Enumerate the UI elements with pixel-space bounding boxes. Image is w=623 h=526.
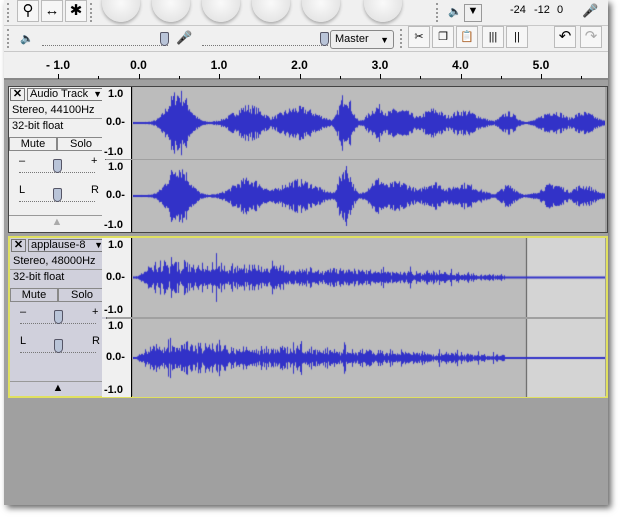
meter-label: 0: [557, 4, 564, 16]
waveform-channel[interactable]: [133, 238, 605, 317]
solo-button[interactable]: Solo: [58, 288, 106, 302]
speaker-icon: 🔈: [20, 33, 34, 45]
grip: [436, 3, 442, 22]
microphone-icon: 🎤: [176, 30, 193, 45]
input-source-select[interactable]: Master ▼: [330, 30, 394, 49]
ruler-label: 1.0: [210, 58, 228, 72]
solo-button[interactable]: Solo: [57, 137, 105, 151]
track-bits: 32-bit float: [12, 120, 64, 132]
waveform-channel[interactable]: [133, 87, 605, 159]
waveform-channel[interactable]: [133, 160, 605, 232]
zoom-tool-button[interactable]: ⚲: [17, 0, 39, 22]
track-name: applause-8: [31, 239, 86, 251]
playback-volume-slider[interactable]: [42, 32, 169, 46]
track-format: Stereo, 44100Hz: [9, 103, 105, 119]
grip: [7, 29, 13, 48]
playback-meter-dropdown[interactable]: ▼: [464, 4, 482, 22]
skip-start-button[interactable]: [252, 0, 290, 22]
record-volume-slider[interactable]: [202, 32, 329, 46]
grip: [400, 29, 406, 48]
silence-icon[interactable]: |||: [482, 26, 504, 48]
gain-slider[interactable]: [19, 159, 95, 173]
undo-icon[interactable]: ↶: [554, 26, 576, 48]
timeline-ruler[interactable]: - 1.0 0.0 1.0 2.0 3.0 4.0 5.0: [4, 52, 608, 80]
ruler-label: 2.0: [291, 58, 308, 72]
stop-button[interactable]: [202, 0, 240, 22]
track-name: Audio Track: [30, 88, 89, 100]
meter-label: -12: [534, 4, 550, 16]
waveform-channel[interactable]: [133, 319, 605, 397]
close-track-button[interactable]: ✕: [10, 88, 25, 101]
pan-slider[interactable]: [19, 188, 95, 202]
amplitude-scale: 1.0 0.0- -1.0: [102, 238, 132, 317]
collapse-track-button[interactable]: ▲: [10, 381, 106, 396]
ruler-label: 3.0: [371, 58, 389, 72]
skip-end-button[interactable]: [302, 0, 340, 22]
track-name-menu[interactable]: applause-8 ▼: [28, 239, 106, 252]
multi-tool-button[interactable]: ✱: [65, 0, 87, 22]
input-source-value: Master: [335, 33, 369, 45]
redo-icon[interactable]: ↷: [580, 26, 602, 48]
track-control-panel: ✕ Audio Track ▼ Stereo, 44100Hz 32-bit fl…: [9, 87, 106, 232]
mute-button[interactable]: Mute: [10, 288, 58, 302]
microphone-icon[interactable]: 🎤: [582, 3, 598, 19]
audacity-window: ⚲ ↔ ✱ 🔈 ▼ -24 -12 0 🎤 🔈 🎤 Master ▼ ✂ ❐ 📋 …: [4, 0, 608, 505]
trim-icon[interactable]: ✂: [408, 26, 430, 48]
mixer-toolbar: 🔈 🎤 Master ▼ ✂ ❐ 📋 ||| || ↶ ↷: [4, 26, 608, 52]
paste-icon[interactable]: 📋: [456, 26, 478, 48]
ruler-label: 5.0: [532, 58, 550, 72]
close-track-button[interactable]: ✕: [11, 239, 26, 252]
ruler-label: - 1.0: [45, 58, 71, 72]
pan-slider[interactable]: [20, 339, 96, 353]
grip: [90, 3, 96, 22]
play-button[interactable]: [152, 0, 190, 22]
amplitude-scale: 1.0 0.0- -1.0: [102, 87, 132, 159]
grip[interactable]: [7, 3, 13, 22]
track-control-panel: ✕ applause-8 ▼ Stereo, 48000Hz 32-bit flo…: [10, 238, 107, 396]
amplitude-scale: 1.0 0.0- -1.0: [102, 160, 132, 232]
record-button[interactable]: [364, 0, 402, 22]
tools-toolbar: ⚲ ↔ ✱ 🔈 ▼ -24 -12 0 🎤: [4, 0, 608, 26]
track-format: Stereo, 48000Hz: [10, 254, 106, 270]
collapse-track-button[interactable]: ▲: [9, 215, 105, 232]
gain-slider[interactable]: [20, 310, 96, 324]
trim-audio-icon[interactable]: ||: [506, 26, 528, 48]
meter-label: -24: [510, 4, 526, 16]
ruler-label: 0.0: [130, 58, 147, 72]
ruler-label: 4.0: [452, 58, 469, 72]
copy-icon[interactable]: ❐: [432, 26, 454, 48]
speaker-icon[interactable]: 🔈: [448, 5, 462, 18]
pause-button[interactable]: [102, 0, 140, 22]
amplitude-scale: 1.0 0.0- -1.0: [102, 319, 132, 397]
timeshift-tool-button[interactable]: ↔: [41, 0, 63, 22]
track-bits: 32-bit float: [13, 271, 65, 283]
track-name-menu[interactable]: Audio Track ▼: [27, 88, 105, 101]
mute-button[interactable]: Mute: [9, 137, 57, 151]
